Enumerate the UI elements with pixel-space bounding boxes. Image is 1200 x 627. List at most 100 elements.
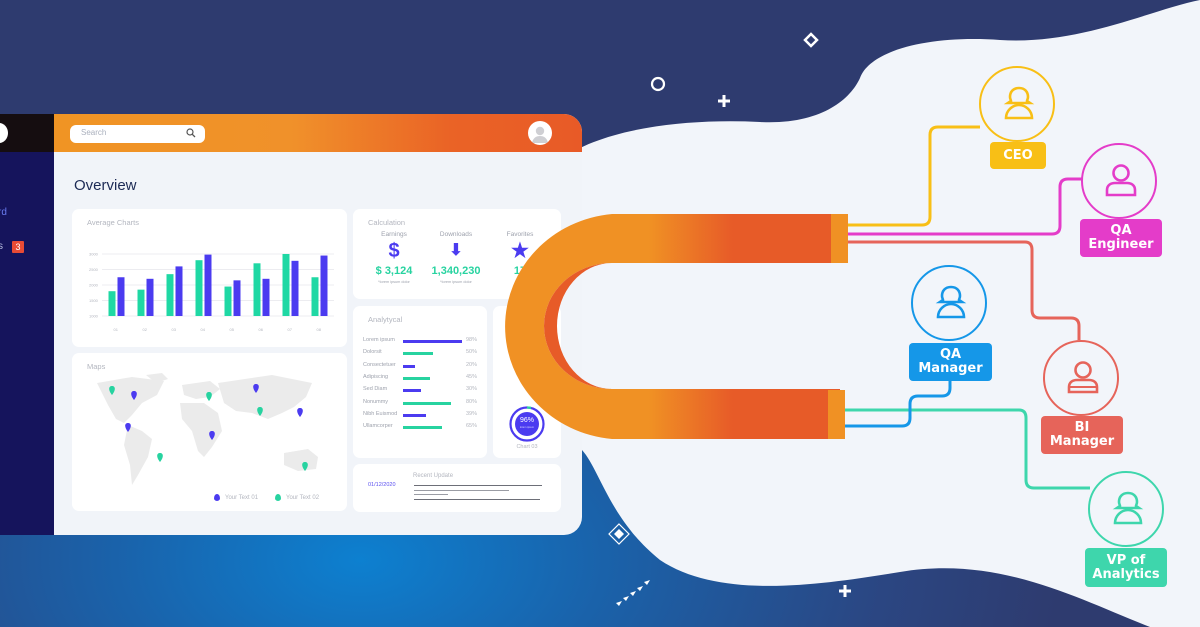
y-tick-label: 3000 — [89, 252, 99, 257]
stat-label: Downloads — [439, 231, 473, 238]
legend-item: Your Text 02 — [275, 494, 319, 501]
row-label: Adipiscing — [363, 373, 389, 380]
card-title: Average Charts — [87, 218, 139, 227]
row-percent: 20% — [466, 361, 478, 368]
analytical-row: Nonummy 80% — [363, 399, 481, 408]
progress-ring: 96% lorem ipsum — [509, 406, 545, 442]
maps-card: Maps Your Text 01 Your Text 02 — [72, 353, 347, 511]
card-title: Calculation — [368, 218, 406, 227]
diamond-outline-decoration-icon — [608, 523, 630, 545]
y-tick-label: 1000 — [89, 314, 99, 319]
row-percent: 45% — [466, 373, 478, 380]
row-label: Nibh Euismod — [363, 410, 398, 417]
row-percent: 30% — [466, 386, 478, 393]
progress-bar — [403, 340, 462, 343]
arrows-decoration-icon — [616, 580, 650, 606]
row-label: Nonummy — [363, 398, 389, 405]
progress-track — [403, 389, 463, 393]
sidebar-item-messages[interactable]: s — [0, 241, 3, 252]
map-pin-icon[interactable] — [297, 408, 303, 417]
progress-bar — [403, 413, 427, 417]
downloads-stat: Downloads ⬇ 1,340,230 *lorem ipsum dolor — [425, 231, 487, 284]
map-pin-icon[interactable] — [157, 453, 163, 462]
analytical-row: Nibh Euismod 39% — [363, 411, 481, 420]
row-label: Ullamcorper — [363, 423, 393, 430]
map-pin-icon[interactable] — [206, 392, 212, 401]
bar-series-blue — [262, 278, 270, 316]
progress-track — [403, 376, 463, 380]
download-arrow-icon: ⬇ — [449, 242, 463, 259]
x-tick-label: 01 — [114, 327, 119, 332]
map-pin-icon[interactable] — [125, 423, 131, 432]
pin-icon — [275, 494, 281, 501]
logo-icon — [0, 123, 8, 143]
map-pin-icon[interactable] — [253, 384, 259, 393]
star-icon: ★ — [511, 240, 529, 262]
bar-series-green — [166, 274, 174, 316]
chart03-label: Chart 03 — [516, 444, 538, 450]
progress-track — [403, 340, 463, 343]
row-label: Consectetuer — [363, 361, 396, 368]
progress-track — [403, 364, 463, 368]
bar-series-green — [311, 277, 319, 316]
sidebar-item-dashboard[interactable]: rd — [0, 207, 7, 218]
map-pin-icon[interactable] — [257, 407, 263, 416]
role-label: VP of Analytics — [1085, 548, 1167, 587]
stat-note: *lorem ipsum dolor — [378, 280, 410, 284]
map-pin-icon[interactable] — [109, 386, 115, 395]
x-tick-label: 02 — [143, 327, 148, 332]
row-label: Dolorsit — [363, 349, 382, 356]
bar-series-green — [224, 286, 232, 316]
y-tick-label: 2000 — [89, 283, 99, 288]
analytical-row: Consectetuer 20% — [363, 362, 481, 371]
progress-track — [403, 413, 463, 417]
user-avatar-icon[interactable] — [528, 121, 552, 145]
analytical-row: Ullamcorper 65% — [363, 423, 481, 432]
female-user-icon — [1088, 471, 1164, 547]
search-input[interactable]: Search — [70, 125, 205, 143]
row-label: Sed Diam — [363, 386, 388, 393]
x-tick-label: 08 — [317, 327, 322, 332]
progress-track — [403, 401, 463, 405]
row-percent: 98% — [466, 337, 478, 343]
ring-decoration-icon — [650, 76, 666, 92]
logo-bar — [0, 114, 54, 152]
progress-bar — [403, 364, 415, 368]
stat-label: Earnings — [381, 231, 407, 238]
map-pin-icon[interactable] — [131, 391, 137, 400]
female-user-icon — [911, 265, 987, 341]
map-pin-icon[interactable] — [209, 431, 215, 440]
chart03-card: 96% lorem ipsum Chart 03 — [493, 306, 561, 458]
plus-decoration-icon-2 — [839, 585, 851, 597]
dashboard-sidebar: rd s 3 — [0, 114, 54, 535]
stat-value: $ 3,124 — [375, 265, 413, 277]
recent-date: 01/12/2020 — [368, 482, 396, 488]
bar-series-green — [195, 260, 203, 316]
progress-bar — [403, 389, 421, 393]
analytical-row: Lorem ipsum 98% — [363, 337, 481, 346]
bar-series-blue — [117, 277, 125, 316]
progress-bar — [403, 401, 451, 405]
diamond-decoration-icon — [803, 32, 819, 48]
x-tick-label: 04 — [201, 327, 206, 332]
recent-title: Recent Update — [413, 473, 454, 479]
search-placeholder: Search — [81, 128, 107, 137]
text-placeholder-line — [414, 490, 509, 491]
analytical-row: Adipiscing 45% — [363, 374, 481, 383]
average-bar-chart: 1000 1500 2000 2500 3000 01 02 03 04 05 06 07 08 — [89, 252, 334, 332]
row-label: Lorem ipsum — [363, 337, 395, 343]
map-pin-icon[interactable] — [302, 462, 308, 471]
bar-series-blue — [204, 254, 212, 316]
row-percent: 80% — [466, 398, 478, 405]
bar-series-blue — [291, 260, 299, 316]
earnings-stat: Earnings $ $ 3,124 *lorem ipsum dolor — [363, 231, 425, 284]
role-label: BI Manager — [1041, 416, 1123, 454]
bar-series-green — [108, 291, 116, 316]
calculation-card: Calculation Earnings $ $ 3,124 *lorem ip… — [353, 209, 561, 299]
dashboard-header: Search — [54, 114, 582, 152]
bar-series-blue — [175, 266, 183, 316]
analytical-row: Dolorsit 50% — [363, 349, 481, 358]
search-icon[interactable] — [186, 128, 196, 138]
x-tick-label: 03 — [172, 327, 177, 332]
pin-icon — [214, 494, 220, 501]
